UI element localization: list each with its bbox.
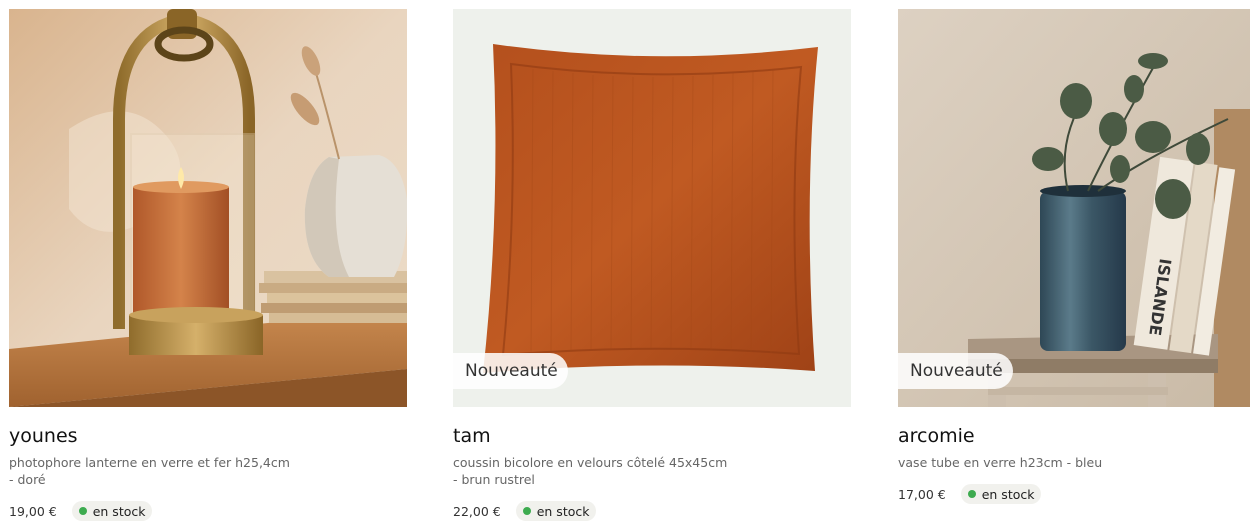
new-badge: Nouveauté [453, 353, 568, 389]
product-card-tam[interactable]: Nouveauté tam coussin bicolore en velour… [453, 9, 851, 521]
product-name[interactable]: tam [453, 424, 851, 448]
product-image-vase[interactable]: ISLANDE Nouveauté [898, 9, 1250, 407]
in-stock-dot-icon [522, 507, 531, 515]
stock-badge: en stock [71, 501, 153, 521]
product-price: 22,00 € [453, 503, 501, 519]
lantern-photo [9, 9, 407, 407]
product-meta: 19,00 € en stock [9, 501, 407, 521]
stock-badge: en stock [515, 501, 597, 521]
stock-label: en stock [92, 503, 146, 519]
product-image-lantern[interactable] [9, 9, 407, 407]
stock-label: en stock [981, 486, 1035, 502]
new-badge: Nouveauté [898, 353, 1013, 389]
product-name[interactable]: younes [9, 424, 407, 448]
product-name[interactable]: arcomie [898, 424, 1250, 448]
product-price: 17,00 € [898, 486, 946, 502]
product-price: 19,00 € [9, 503, 57, 519]
cushion-photo [453, 9, 851, 407]
product-description: vase tube en verre h23cm - bleu [898, 455, 1103, 470]
product-meta: 17,00 € en stock [898, 484, 1250, 504]
product-image-cushion[interactable]: Nouveauté [453, 9, 851, 407]
stock-label: en stock [536, 503, 590, 519]
product-card-arcomie[interactable]: ISLANDE Nouveauté arcomie vase tube en v… [898, 9, 1250, 504]
product-meta: 22,00 € en stock [453, 501, 851, 521]
in-stock-dot-icon [78, 507, 87, 515]
product-card-younes[interactable]: younes photophore lanterne en verre et f… [9, 9, 407, 521]
stock-badge: en stock [960, 484, 1042, 504]
vase-photo: ISLANDE [898, 9, 1250, 407]
product-description: photophore lanterne en verre et fer h25,… [9, 455, 290, 487]
product-description: coussin bicolore en velours côtelé 45x45… [453, 455, 728, 487]
in-stock-dot-icon [967, 490, 976, 498]
